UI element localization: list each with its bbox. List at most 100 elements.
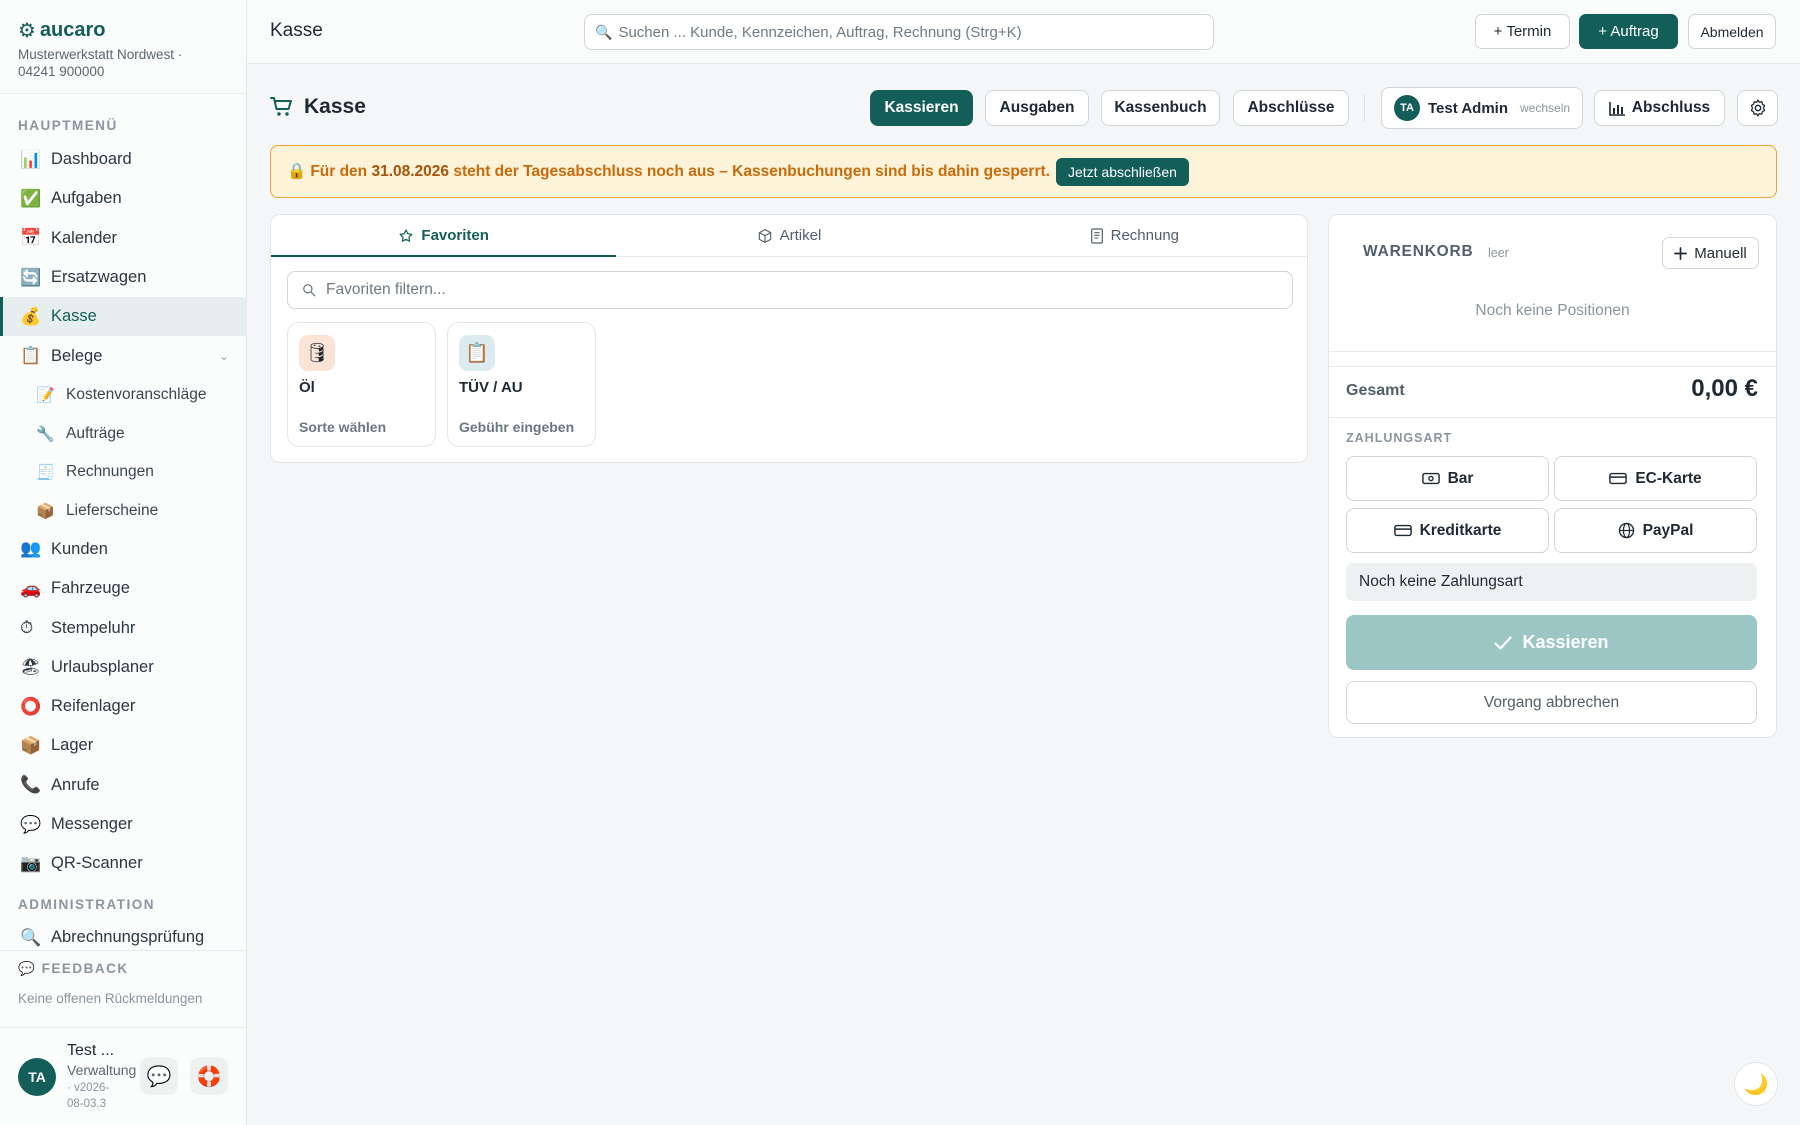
cashier-name: Test Admin (1428, 99, 1509, 117)
magnifier-icon: 🔍 (20, 927, 42, 947)
chat-button[interactable]: 💬 (140, 1057, 178, 1095)
lifebuoy-icon: 🛟 (196, 1065, 222, 1088)
sidebar-item-qr-scanner[interactable]: 📷 QR-Scanner (0, 844, 247, 883)
brand-subtitle: Musterwerkstatt Nordwest · 04241 900000 (18, 46, 228, 80)
favorite-tile-tuev-au[interactable]: 📋 TÜV / AU Gebühr eingeben (447, 322, 596, 447)
chevron-down-icon[interactable]: ⌄ (219, 349, 229, 363)
sidebar-item-label: Stempeluhr (51, 618, 136, 637)
box-icon: 📦 (20, 735, 42, 755)
sidebar-item-anrufe[interactable]: 📞 Anrufe (0, 766, 247, 805)
favorites-filter[interactable] (287, 271, 1293, 309)
payment-method-label: EC-Karte (1635, 469, 1702, 487)
checkout-button[interactable]: Kassieren (1346, 615, 1757, 670)
sidebar-item-auftraege[interactable]: 🔧 Aufträge (0, 414, 247, 453)
sidebar-item-belege[interactable]: 📋 Belege ⌄ (0, 336, 247, 375)
close-day-button[interactable]: Jetzt abschließen (1055, 157, 1189, 186)
theme-toggle-button[interactable]: 🌙 (1734, 1062, 1778, 1106)
sidebar-item-urlaubsplaner[interactable]: 🏖 Urlaubsplaner (0, 648, 247, 687)
credit-card-icon (1393, 524, 1412, 537)
checkout-label: Kassieren (1522, 632, 1609, 652)
pay-cash-button[interactable]: Bar (1346, 456, 1549, 501)
sidebar-item-label: Urlaubsplaner (51, 657, 154, 676)
avatar: TA (1394, 95, 1420, 121)
global-search[interactable]: 🔍 (584, 14, 1214, 50)
lock-icon: 🔒 (287, 163, 307, 180)
help-button[interactable]: 🛟 (190, 1057, 228, 1095)
kassieren-tab-button[interactable]: Kassieren (870, 90, 973, 126)
app-version: · v2026-08-03.3 (67, 1082, 110, 1110)
new-appointment-button[interactable]: + Termin (1475, 14, 1570, 49)
calendar-icon: 📅 (20, 228, 42, 248)
divider (1329, 351, 1776, 352)
sidebar-item-label: Rechnungen (66, 463, 154, 481)
tab-favoriten[interactable]: Favoriten (271, 215, 617, 257)
settings-button[interactable] (1737, 90, 1778, 126)
abschluss-button[interactable]: Abschluss (1594, 90, 1725, 126)
document-icon (1090, 227, 1103, 244)
sidebar-item-kalender[interactable]: 📅 Kalender (0, 219, 247, 258)
feedback-title: 💬 FEEDBACK (18, 961, 229, 977)
sidebar-item-aufgaben[interactable]: ✅ Aufgaben (0, 179, 247, 218)
ausgaben-button[interactable]: Ausgaben (985, 90, 1089, 126)
divider (1329, 417, 1776, 418)
main-nav: 📊 Dashboard ✅ Aufgaben 📅 Kalender 🔄 Ersatzwa… (0, 140, 247, 883)
payment-method-label: Bar (1447, 469, 1474, 487)
sidebar-item-label: Ersatzwagen (51, 268, 147, 287)
chart-icon: 📊 (20, 149, 42, 169)
sidebar: ⚙ aucaro Musterwerkstatt Nordwest · 0424… (0, 0, 247, 1125)
logout-button[interactable]: Abmelden (1688, 14, 1776, 49)
sidebar-item-messenger[interactable]: 💬 Messenger (0, 805, 247, 844)
sidebar-item-ersatzwagen[interactable]: 🔄 Ersatzwagen (0, 258, 247, 297)
sidebar-item-label: Anrufe (51, 775, 100, 794)
page-title: Kasse (270, 95, 366, 119)
sidebar-item-label: Reifenlager (51, 697, 136, 716)
favorites-filter-input[interactable] (326, 281, 1226, 299)
sidebar-item-kostenvoranschlaege[interactable]: 📝 Kostenvoranschläge (0, 376, 247, 415)
tab-artikel[interactable]: Artikel (616, 215, 961, 256)
new-order-button[interactable]: + Auftrag (1579, 14, 1678, 49)
sidebar-item-kasse[interactable]: 💰 Kasse (0, 297, 247, 337)
sidebar-item-fahrzeuge[interactable]: 🚗 Fahrzeuge (0, 569, 247, 608)
workshop-phone: 04241 900000 (18, 64, 105, 79)
search-input[interactable] (618, 23, 1179, 41)
checkmark-icon: ✅ (20, 188, 42, 208)
feedback-text: Keine offenen Rückmeldungen (18, 991, 203, 1006)
sidebar-item-rechnungen[interactable]: 🧾 Rechnungen (0, 453, 247, 492)
sidebar-item-label: Abrechnungsprüfung (51, 928, 205, 947)
pay-credit-card-button[interactable]: Kreditkarte (1346, 508, 1549, 553)
oil-drum-icon: 🛢 (299, 335, 335, 371)
refresh-icon: 🔄 (20, 267, 42, 287)
sidebar-item-lieferscheine[interactable]: 📦 Lieferscheine (0, 491, 247, 530)
feedback-panel[interactable]: 💬 FEEDBACK Keine offenen Rückmeldungen (0, 950, 247, 1028)
brand-logo[interactable]: ⚙ aucaro (18, 18, 228, 43)
clipboard-icon: 📋 (459, 335, 495, 371)
abschluss-label: Abschluss (1631, 99, 1711, 116)
sidebar-item-label: Fahrzeuge (51, 579, 130, 598)
sidebar-item-label: Aufträge (66, 424, 125, 442)
sidebar-item-reifenlager[interactable]: ⭕ Reifenlager (0, 687, 247, 726)
sidebar-item-stempeluhr[interactable]: ⏱ Stempeluhr (0, 608, 247, 647)
header-divider (1364, 94, 1365, 122)
user-role: Verwaltung (67, 1062, 137, 1078)
sidebar-item-lager[interactable]: 📦 Lager (0, 726, 247, 765)
feedback-title-text: FEEDBACK (41, 961, 129, 976)
sidebar-item-label: Kalender (51, 228, 118, 247)
pay-paypal-button[interactable]: PayPal (1554, 508, 1757, 553)
payment-method-label: Kreditkarte (1419, 521, 1502, 539)
favorite-tile-oel[interactable]: 🛢 Öl Sorte wählen (287, 322, 436, 447)
brand: ⚙ aucaro Musterwerkstatt Nordwest · 0424… (0, 0, 246, 94)
search-icon (303, 284, 316, 297)
cashier-switch[interactable]: TA Test Admin wechseln (1381, 87, 1583, 129)
add-manual-button[interactable]: Manuell (1662, 237, 1759, 269)
sidebar-item-kunden[interactable]: 👥 Kunden (0, 530, 247, 569)
tab-rechnung[interactable]: Rechnung (962, 215, 1307, 256)
abschluesse-button[interactable]: Abschlüsse (1233, 90, 1349, 126)
cart-icon (270, 97, 292, 116)
kassenbuch-button[interactable]: Kassenbuch (1101, 90, 1220, 126)
cancel-transaction-button[interactable]: Vorgang abbrechen (1346, 681, 1757, 724)
sidebar-item-label: Kasse (51, 307, 97, 326)
avatar[interactable]: TA (18, 1058, 56, 1096)
sidebar-item-dashboard[interactable]: 📊 Dashboard (0, 140, 247, 179)
switch-link[interactable]: wechseln (1520, 101, 1570, 115)
pay-ec-button[interactable]: EC-Karte (1554, 456, 1757, 501)
